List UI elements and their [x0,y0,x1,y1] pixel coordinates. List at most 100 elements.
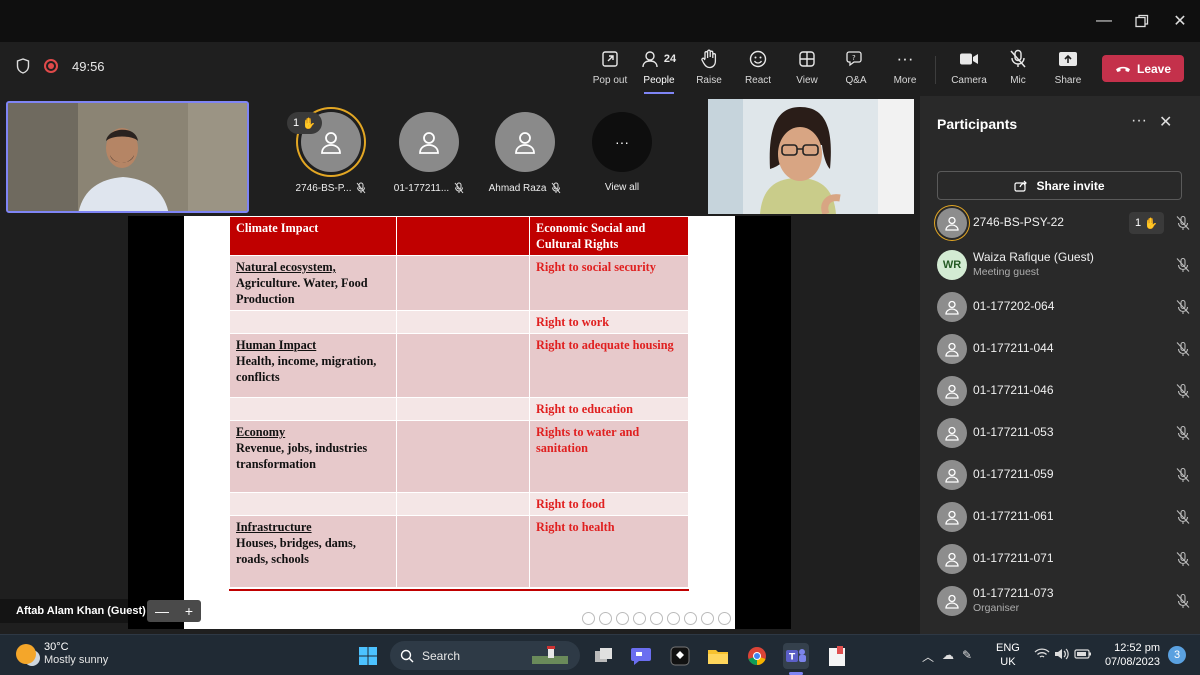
tidal-app[interactable] [667,643,693,669]
zoom-out-button[interactable]: — [155,603,169,619]
zoom-icon[interactable] [633,612,646,625]
mic-button[interactable]: Mic [995,48,1041,92]
teams-app[interactable]: T [783,643,809,669]
laser-icon[interactable] [701,612,714,625]
more-options-icon[interactable] [684,612,697,625]
table-header: Climate Impact [229,216,397,256]
language-indicator[interactable]: ENG UK [996,641,1020,669]
person-icon [945,300,959,315]
taskbar: 30°C Mostly sunny Search T ︿ ☁ ✎ ENG UK [0,634,1200,675]
weather-widget[interactable]: 30°C Mostly sunny [16,641,108,667]
view-button[interactable]: View [784,48,830,92]
avatar [937,586,967,616]
presenter-name: Aftab Alam Khan (Guest) [16,605,146,617]
pointer-icon[interactable] [650,612,663,625]
panel-more-icon[interactable]: ··· [1131,112,1147,130]
right-cell: Right to health [529,515,689,588]
prev-slide-icon[interactable] [582,612,595,625]
notification-badge[interactable]: 3 [1168,646,1186,664]
table-row: Natural ecosystem, Agriculture. Water, Fo… [229,255,689,311]
participant-row[interactable]: 01-177211-061 [937,497,1190,537]
raise-hand-button[interactable]: Raise [686,48,732,92]
zoom-in-button[interactable]: + [185,603,193,619]
people-button[interactable]: 24 People [636,48,682,94]
participant-tile[interactable]: Ahmad Raza [485,112,565,194]
impact-title: Economy [236,425,286,439]
notes-icon[interactable] [616,612,629,625]
restore-icon [1135,14,1149,28]
right-cell: Right to adequate housing [529,333,689,398]
participant-row[interactable]: 01-177211-059 [937,455,1190,495]
close-window-button[interactable]: ✕ [1167,8,1193,34]
leave-label: Leave [1136,61,1172,76]
participant-row[interactable]: WR Waiza Rafique (Guest) Meeting guest [937,245,1190,285]
leave-button[interactable]: Leave [1102,55,1184,82]
clock[interactable]: 12:52 pm 07/08/2023 [1102,641,1160,669]
react-button[interactable]: React [735,48,781,92]
cloud-icon[interactable]: ☁ [942,648,954,662]
impact-title: Infrastructure [236,520,312,534]
impact-description: Revenue, jobs, industries transformation [236,441,368,471]
slide-table: Climate Impact Economic Social and Cultu… [229,216,689,588]
share-invite-button[interactable]: Share invite [937,171,1182,200]
file-explorer-app[interactable] [705,643,731,669]
participant-row[interactable]: 01-177211-071 [937,539,1190,579]
volume-icon[interactable] [1054,648,1070,663]
taskbar-search[interactable]: Search [390,641,580,670]
pen-icon[interactable] [667,612,680,625]
chrome-app[interactable] [744,643,770,669]
chat-app[interactable] [628,643,654,669]
notes-app[interactable] [824,643,850,669]
share-button[interactable]: Share [1045,48,1091,92]
right-cell: Right to social security [529,255,689,311]
wifi-icon[interactable] [1034,648,1050,663]
camera-button[interactable]: Camera [946,48,992,92]
impact-title: Human Impact [236,338,317,352]
participant-tile[interactable]: 01-177211... [389,112,469,194]
raised-hand-badge: 1 ✋ [287,112,322,134]
presenter-video[interactable] [6,101,249,213]
mic-off-icon [454,182,464,194]
avatar [937,544,967,574]
share-icon [1014,180,1028,192]
minimize-button[interactable]: — [1091,8,1117,34]
more-button[interactable]: ··· More [882,48,928,92]
avatar [937,418,967,448]
view-all-tile[interactable]: ··· View all [582,112,662,193]
participant-tile[interactable]: 1 ✋ 2746-BS-P... [287,112,371,194]
next-slide-icon[interactable] [718,612,731,625]
participant-row[interactable]: 01-177202-064 [937,287,1190,327]
popout-button[interactable]: Pop out [587,48,633,92]
task-view-app[interactable] [591,643,617,669]
mic-off-icon [1009,48,1027,70]
slide: Climate Impact Economic Social and Cultu… [184,216,735,629]
restore-button[interactable] [1129,8,1155,34]
qa-button[interactable]: ? Q&A [833,48,879,92]
participant-row[interactable]: 01-177211-044 [937,329,1190,369]
guest-video[interactable] [708,99,914,214]
mic-off-icon [357,182,366,194]
phone-hangup-icon [1115,66,1130,72]
panel-close-icon[interactable]: ✕ [1159,112,1172,132]
start-button[interactable] [355,643,381,669]
zoom-control[interactable]: — + [147,600,201,622]
pen-icon[interactable]: ✎ [962,648,972,662]
raise-label: Raise [696,75,722,86]
shield-icon [16,58,30,74]
participant-row[interactable]: 01-177211-046 [937,371,1190,411]
chevron-up-icon[interactable]: ︿ [922,648,934,665]
video-icon[interactable] [599,612,612,625]
mic-off-icon [1176,593,1190,608]
battery-icon[interactable] [1074,648,1092,663]
person-icon [321,132,341,154]
panel-title: Participants [937,116,1018,132]
slideshow-controls[interactable] [582,612,731,625]
mic-off-icon [1176,551,1190,566]
camera-label: Camera [951,75,987,86]
participant-row[interactable]: 01-177211-053 [937,413,1190,453]
participant-row[interactable]: 01-177211-073 Organiser [937,581,1190,621]
right-cell: Right to education [529,397,689,421]
presenter-video-frame [8,103,247,211]
participant-row[interactable]: 2746-BS-PSY-22 1 ✋ [937,203,1190,243]
weather-description: Mostly sunny [44,654,109,666]
